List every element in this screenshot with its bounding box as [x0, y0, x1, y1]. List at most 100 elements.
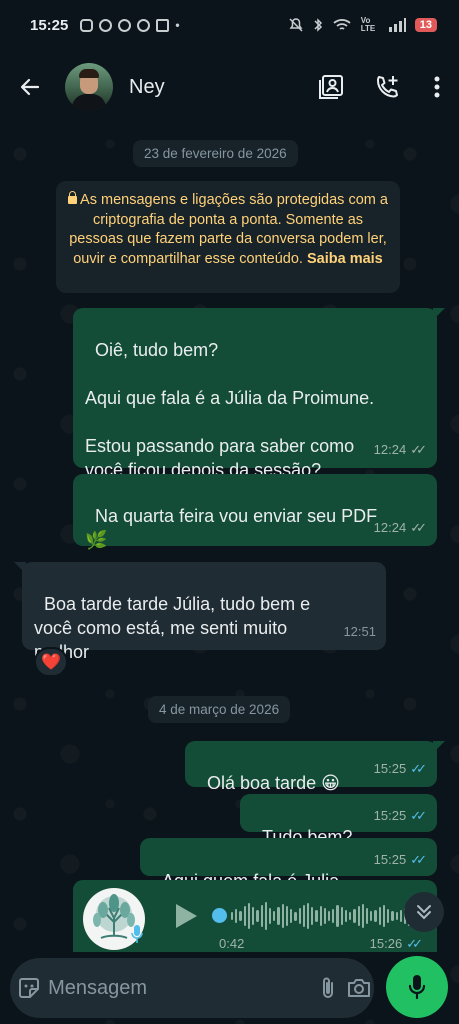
add-call-button[interactable]	[359, 50, 415, 124]
message-bubble-outgoing[interactable]: Tudo bem? 15:25 ✓✓	[240, 794, 437, 847]
waveform-bar	[395, 912, 398, 920]
double-chevron-down-icon	[417, 905, 431, 920]
message-meta: 15:25 ✓✓	[374, 804, 427, 828]
emoji-button[interactable]	[10, 958, 48, 1018]
notification-icons: •	[80, 18, 180, 32]
message-bubble-outgoing[interactable]: Na quarta feira vou enviar seu PDF 🌿 12:…	[73, 474, 437, 550]
mic-icon	[408, 975, 426, 1000]
message-meta: 15:25 ✓✓	[374, 848, 427, 872]
waveform-bar	[344, 910, 348, 922]
voice-time: 15:26	[369, 936, 403, 951]
waveform-bar	[349, 912, 352, 920]
message-text: Oiê, tudo bem? Aqui que fala é a Júlia d…	[85, 340, 375, 480]
voice-duration: 0:42	[219, 936, 245, 951]
battery-indicator: 13	[414, 18, 437, 32]
read-check-icon: ✓✓	[410, 808, 427, 823]
status-bar: 15:25 • Vo LTE 13	[0, 0, 459, 50]
read-check-icon: ✓✓	[410, 761, 427, 776]
status-right: Vo LTE 13	[288, 17, 437, 33]
message-meta: 12:24 ✓✓	[374, 438, 427, 462]
heart-reaction-icon: ❤️	[41, 654, 61, 671]
message-time: 15:25	[373, 852, 407, 867]
waveform-bar	[387, 909, 390, 923]
voice-record-button[interactable]	[386, 956, 448, 1018]
message-bubble-outgoing[interactable]: Olá boa tarde 😀 15:25 ✓✓	[185, 741, 445, 793]
gmail-icon	[156, 18, 170, 32]
message-bubble-outgoing[interactable]: Aqui quem fala é Julia 15:25 ✓✓	[140, 838, 437, 891]
play-icon[interactable]	[173, 902, 199, 930]
sticker-icon	[19, 978, 40, 998]
message-meta: 15:25 ✓✓	[374, 757, 427, 781]
message-meta: 12:51	[343, 620, 376, 644]
waveform-bar	[239, 911, 242, 921]
message-input[interactable]	[48, 968, 314, 1008]
attach-button[interactable]	[313, 958, 343, 1018]
waveform-bar	[399, 910, 402, 922]
waveform-bar	[319, 906, 322, 926]
message-meta: 12:24 ✓✓	[374, 516, 427, 540]
waveform-bar	[260, 905, 263, 927]
double-check-icon: ✓✓	[410, 520, 427, 535]
waveform-bar	[353, 909, 356, 923]
back-arrow-icon	[20, 78, 40, 96]
status-time: 15:25	[30, 16, 69, 34]
camera-button[interactable]	[344, 958, 374, 1018]
voice-waveform[interactable]	[231, 900, 419, 932]
waveform-bar	[290, 909, 293, 923]
waveform-bar	[243, 906, 246, 926]
message-text: Olá boa tarde 😀	[207, 773, 340, 793]
contact-name[interactable]: Ney	[129, 76, 165, 99]
contact-card-icon	[319, 75, 343, 99]
add-call-icon	[377, 76, 398, 98]
voice-meta: 15:26 ✓✓	[370, 936, 423, 952]
read-check-icon: ✓✓	[410, 852, 427, 867]
read-check-icon: ✓✓	[406, 936, 423, 951]
camera-icon	[347, 979, 370, 997]
more-options-button[interactable]	[415, 50, 459, 124]
waveform-bar	[252, 907, 255, 925]
waveform-bar	[378, 907, 381, 925]
chat-header: Ney	[0, 50, 459, 124]
voice-note-mic-icon	[131, 925, 143, 943]
scroll-to-bottom-button[interactable]	[404, 892, 444, 932]
volte-label: Vo LTE	[360, 16, 376, 33]
waveform-bar	[340, 907, 343, 925]
waveform-bar	[235, 909, 238, 923]
message-reaction[interactable]: ❤️	[34, 647, 68, 677]
waveform-bar	[247, 903, 251, 929]
date-separator: 4 de março de 2026	[148, 696, 291, 723]
wifi-icon	[333, 19, 351, 30]
waveform-bar	[281, 904, 284, 928]
whatsapp-icon	[137, 18, 151, 32]
waveform-bar	[357, 906, 360, 926]
whatsapp-icon	[99, 18, 113, 32]
instagram-icon	[80, 18, 94, 32]
waveform-bar	[366, 908, 369, 924]
waveform-bar	[285, 906, 289, 926]
back-button[interactable]	[0, 50, 60, 124]
message-time: 15:25	[373, 761, 407, 776]
playback-scrubber[interactable]	[212, 908, 227, 923]
waveform-bar	[332, 909, 335, 923]
more-notifications-dot: •	[175, 18, 180, 32]
message-composer	[10, 958, 374, 1018]
waveform-bar	[277, 907, 280, 925]
learn-more-link[interactable]: Saiba mais	[307, 251, 383, 267]
message-bubble-incoming[interactable]: Boa tarde tarde Júlia, tudo bem e você c…	[14, 562, 386, 662]
encryption-notice[interactable]: As mensagens e ligações são protegidas c…	[56, 181, 400, 293]
bluetooth-icon	[314, 18, 322, 32]
waveform-bar	[268, 908, 272, 924]
waveform-bar	[256, 910, 259, 922]
waveform-bar	[302, 905, 305, 927]
contact-avatar[interactable]	[65, 63, 113, 111]
waveform-bar	[273, 911, 276, 921]
contact-card-button[interactable]	[303, 50, 359, 124]
message-text: Na quarta feira vou enviar seu PDF 🌿	[85, 506, 378, 550]
waveform-bar	[264, 902, 267, 930]
voice-message[interactable]: 0:42 15:26 ✓✓	[73, 880, 437, 952]
message-bubble-outgoing[interactable]: Oiê, tudo bem? Aqui que fala é a Júlia d…	[73, 308, 445, 480]
waveform-bar	[391, 911, 394, 921]
waveform-bar	[231, 912, 234, 920]
waveform-bar	[315, 910, 318, 922]
more-vert-icon	[434, 76, 440, 98]
